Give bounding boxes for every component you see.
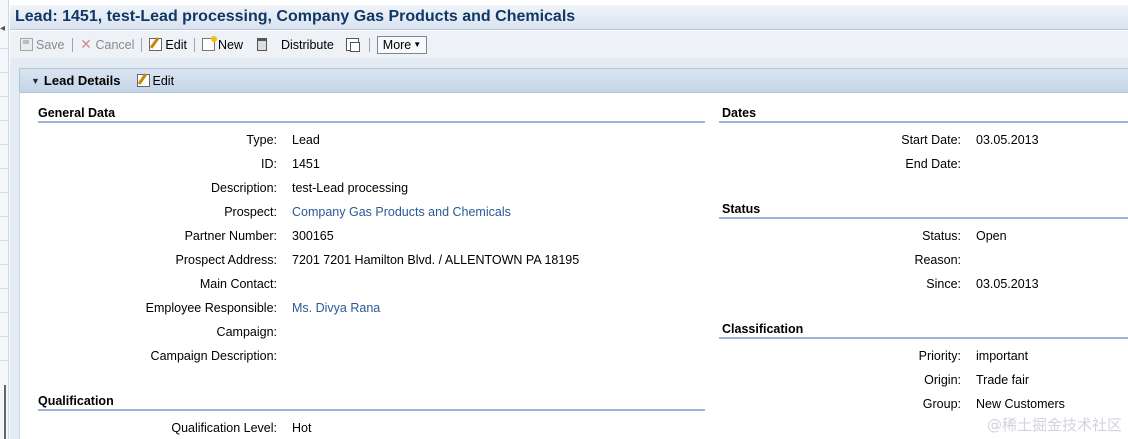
field-value: Lead: [292, 133, 320, 147]
chevron-down-icon: ▼: [413, 40, 422, 49]
edit-label: Edit: [165, 37, 187, 52]
field-value: Hot: [292, 421, 312, 435]
toolbar-separator: [193, 37, 195, 52]
field-label: ID:: [261, 157, 277, 171]
edit-icon: [136, 74, 150, 87]
section-general-data: General Data: [38, 106, 705, 123]
field-value: 1451: [292, 157, 320, 171]
edit-icon: [149, 38, 163, 51]
trash-icon: [256, 38, 267, 51]
more-label: More: [382, 37, 412, 52]
new-button[interactable]: New: [198, 36, 247, 54]
section-status: Status: [719, 202, 1128, 219]
watermark-text: @稀土掘金技术社区: [986, 416, 1122, 434]
left-strip-lines: [0, 48, 8, 384]
section-dates: Dates: [719, 106, 1128, 123]
field-label: Reason:: [914, 253, 961, 267]
save-button[interactable]: Save: [16, 36, 69, 54]
field-label: Since:: [926, 277, 961, 291]
field-label: Campaign:: [216, 325, 277, 339]
field-label: Type:: [246, 133, 277, 147]
field-label: Origin:: [924, 373, 961, 387]
save-icon: [20, 38, 33, 51]
copy-icon: [345, 38, 360, 52]
cancel-button[interactable]: ✕ Cancel: [76, 36, 139, 54]
field-value: Trade fair: [976, 373, 1030, 387]
employee-link[interactable]: Ms. Divya Rana: [292, 300, 380, 316]
panel-edit-label: Edit: [152, 73, 175, 88]
section-classification: Classification: [719, 322, 1128, 339]
distribute-label: Distribute: [280, 37, 334, 52]
field-value: test-Lead processing: [292, 181, 409, 195]
field-value: Open: [976, 229, 1007, 243]
collapse-triangle-icon[interactable]: ▼: [31, 76, 40, 86]
field-label: Group:: [922, 397, 961, 411]
toolbar: Save ✕ Cancel Edit New Distribute More ▼: [10, 31, 1128, 58]
distribute-button[interactable]: Distribute: [277, 36, 338, 54]
field-label: Qualification Level:: [171, 421, 277, 435]
field-label: Employee Responsible:: [145, 301, 277, 315]
field-label: Campaign Description:: [150, 349, 277, 363]
left-edge-strip: ◂: [0, 0, 9, 439]
panel-edit-button[interactable]: Edit: [136, 73, 175, 88]
page-title: Lead: 1451, test-Lead processing, Compan…: [15, 8, 576, 25]
field-label: Prospect:: [224, 205, 277, 219]
field-value: 7201 7201 Hamilton Blvd. / ALLENTOWN PA …: [292, 253, 580, 267]
field-label: End Date:: [905, 157, 961, 171]
collapse-arrow-icon[interactable]: ◂: [0, 24, 5, 34]
field-value: 300165: [292, 229, 334, 243]
cancel-label: Cancel: [95, 37, 135, 52]
field-label: Priority:: [918, 349, 961, 363]
toolbar-separator: [368, 37, 370, 52]
field-value: 03.05.2013: [976, 277, 1039, 291]
left-strip-shadow: [4, 385, 6, 439]
field-label: Prospect Address:: [175, 253, 277, 267]
toolbar-separator: [141, 37, 143, 52]
prospect-link[interactable]: Company Gas Products and Chemicals: [292, 204, 511, 220]
toolbar-separator: [71, 37, 73, 52]
field-label: Main Contact:: [199, 277, 277, 291]
field-label: Status:: [922, 229, 961, 243]
cancel-icon: ✕: [80, 36, 92, 52]
panel-title: Lead Details: [43, 73, 121, 88]
delete-button[interactable]: [253, 36, 271, 54]
section-qualification: Qualification: [38, 394, 705, 411]
field-label: Partner Number:: [184, 229, 277, 243]
save-label: Save: [36, 37, 65, 52]
title-bar: Lead: 1451, test-Lead processing, Compan…: [10, 5, 1128, 30]
lead-details-header: ▼ Lead Details Edit: [19, 68, 1128, 93]
field-value: 03.05.2013: [976, 133, 1039, 147]
copy-button[interactable]: [342, 36, 366, 54]
field-label: Description:: [211, 181, 277, 195]
field-label: Start Date:: [901, 133, 961, 147]
field-value: New Customers: [976, 397, 1065, 411]
new-icon: [201, 36, 217, 51]
field-value: important: [976, 349, 1029, 363]
edit-button[interactable]: Edit: [145, 36, 191, 54]
more-dropdown-button[interactable]: More ▼: [376, 35, 428, 54]
new-label: New: [217, 37, 243, 52]
